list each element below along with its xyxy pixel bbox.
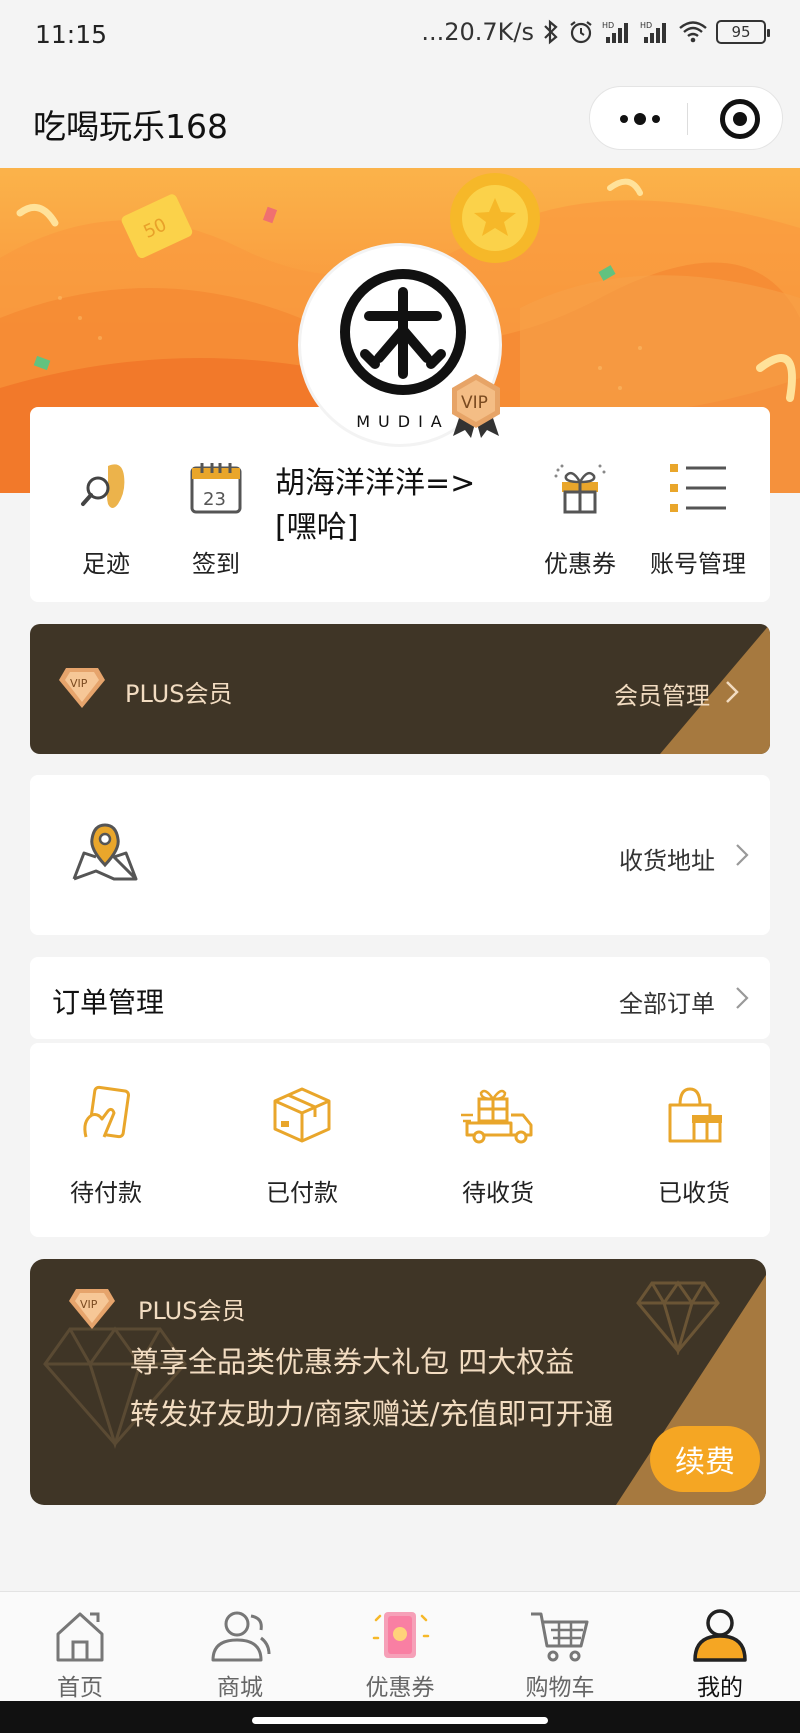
svg-text:HD: HD <box>640 21 652 30</box>
package-icon <box>273 1087 331 1143</box>
order-status-grid: 待付款 已付款 待收货 已收货 <box>30 1043 770 1237</box>
vip-diamond-icon: VIP <box>59 668 105 708</box>
username: 胡海洋洋洋=>[嘿哈] <box>275 466 476 545</box>
pending-receipt-label: 待收货 <box>462 1179 534 1207</box>
promo-benefits-text: 尊享全品类优惠券大礼包 四大权益 <box>130 1345 575 1379</box>
order-management-header: 订单管理 全部订单 <box>30 957 770 1039</box>
cart-icon <box>531 1612 589 1662</box>
footprint-icon <box>81 464 125 508</box>
received-label: 已收货 <box>658 1179 730 1207</box>
delivery-truck-icon <box>461 1089 533 1144</box>
home-icon <box>56 1612 104 1662</box>
status-bar: 11:15 ...20.7K/s HD HD 95 <box>0 0 800 72</box>
map-pin-icon <box>72 823 138 881</box>
pending-payment-label: 待付款 <box>70 1179 142 1207</box>
account-entry[interactable]: 账号管理 <box>638 457 758 579</box>
vip-diamond-icon: VIP <box>69 1289 115 1329</box>
tab-profile[interactable]: 我的 <box>640 1592 800 1701</box>
order-management-title: 订单管理 <box>52 986 165 1019</box>
alarm-icon <box>570 21 592 44</box>
promo-activation-text: 转发好友助力/商家赠送/充值即可开通 <box>130 1397 614 1431</box>
chevron-right-icon <box>736 844 749 866</box>
gift-bag-icon <box>668 1087 722 1143</box>
checkin-entry[interactable]: 23 签到 <box>166 457 266 579</box>
system-nav-bar <box>0 1701 800 1733</box>
tab-profile-label: 我的 <box>697 1675 743 1701</box>
tab-home-label: 首页 <box>57 1675 103 1701</box>
net-speed: ...20.7K/s <box>421 18 534 46</box>
svg-text:VIP: VIP <box>70 677 88 690</box>
close-miniapp-button[interactable] <box>720 99 760 139</box>
paid-label: 已付款 <box>266 1179 338 1207</box>
status-icons: ...20.7K/s HD HD 95 <box>421 18 770 46</box>
coupon-entry[interactable]: 优惠券 <box>530 457 630 579</box>
list-icon <box>670 464 726 512</box>
card-payment-icon <box>83 1085 131 1139</box>
received-entry[interactable]: 已收货 <box>634 1085 754 1208</box>
profile-icon <box>693 1609 747 1662</box>
wifi-icon <box>679 21 707 43</box>
more-menu-button[interactable] <box>618 101 662 137</box>
member-manage-link[interactable]: 会员管理 <box>614 676 710 711</box>
chevron-right-icon <box>736 987 749 1009</box>
svg-text:VIP: VIP <box>80 1298 98 1311</box>
tab-home[interactable]: 首页 <box>0 1592 160 1701</box>
address-card[interactable]: 收货地址 <box>30 775 770 935</box>
tab-mall-label: 商城 <box>217 1675 263 1701</box>
diamond-watermark-icon <box>636 1280 720 1355</box>
vip-badge-icon: VIP <box>452 374 500 438</box>
paid-entry[interactable]: 已付款 <box>242 1085 362 1208</box>
home-gesture-bar[interactable] <box>252 1717 548 1724</box>
svg-text:23: 23 <box>203 489 226 510</box>
account-label: 账号管理 <box>650 550 746 578</box>
tab-cart[interactable]: 购物车 <box>480 1592 640 1701</box>
plus-member-promo[interactable]: VIP PLUS会员 尊享全品类优惠券大礼包 四大权益 转发好友助力/商家赠送/… <box>30 1259 766 1505</box>
signal-icon: HD <box>602 21 628 43</box>
footprint-entry[interactable]: 足迹 <box>56 457 156 579</box>
tab-coupon-label: 优惠券 <box>365 1675 435 1701</box>
chevron-right-icon <box>726 681 739 703</box>
tab-cart-label: 购物车 <box>525 1675 595 1701</box>
signal-icon-2: HD <box>640 21 666 43</box>
pending-receipt-entry[interactable]: 待收货 <box>438 1085 558 1208</box>
calendar-icon: 23 <box>190 463 242 514</box>
renew-button[interactable]: 续费 <box>650 1426 760 1492</box>
plus-member-label: PLUS会员 <box>125 680 233 708</box>
svg-text:VIP: VIP <box>461 393 488 413</box>
miniapp-capsule <box>589 86 783 150</box>
status-time: 11:15 <box>35 20 108 49</box>
checkin-label: 签到 <box>192 550 240 578</box>
coupon-icon <box>372 1612 430 1658</box>
pending-payment-entry[interactable]: 待付款 <box>46 1085 166 1208</box>
footprint-label: 足迹 <box>82 550 130 578</box>
tab-coupon[interactable]: 优惠券 <box>320 1592 480 1701</box>
plus-member-bar[interactable]: VIP PLUS会员 会员管理 <box>30 624 770 754</box>
gift-icon <box>554 464 606 514</box>
page-title: 吃喝玩乐168 <box>33 107 228 146</box>
tab-mall[interactable]: 商城 <box>160 1592 320 1701</box>
capsule-divider <box>687 103 688 135</box>
title-bar: 吃喝玩乐168 <box>0 72 800 168</box>
promo-plus-title: PLUS会员 <box>138 1297 246 1325</box>
bottom-tab-bar: 首页 商城 优惠券 购物车 我的 <box>0 1591 800 1701</box>
all-orders-link[interactable]: 全部订单 <box>619 984 715 1019</box>
coupon-label: 优惠券 <box>544 550 616 578</box>
battery-indicator: 95 <box>716 20 770 44</box>
users-icon <box>211 1611 271 1662</box>
bluetooth-icon <box>544 19 558 45</box>
svg-text:HD: HD <box>602 21 614 30</box>
address-label: 收货地址 <box>619 847 715 875</box>
